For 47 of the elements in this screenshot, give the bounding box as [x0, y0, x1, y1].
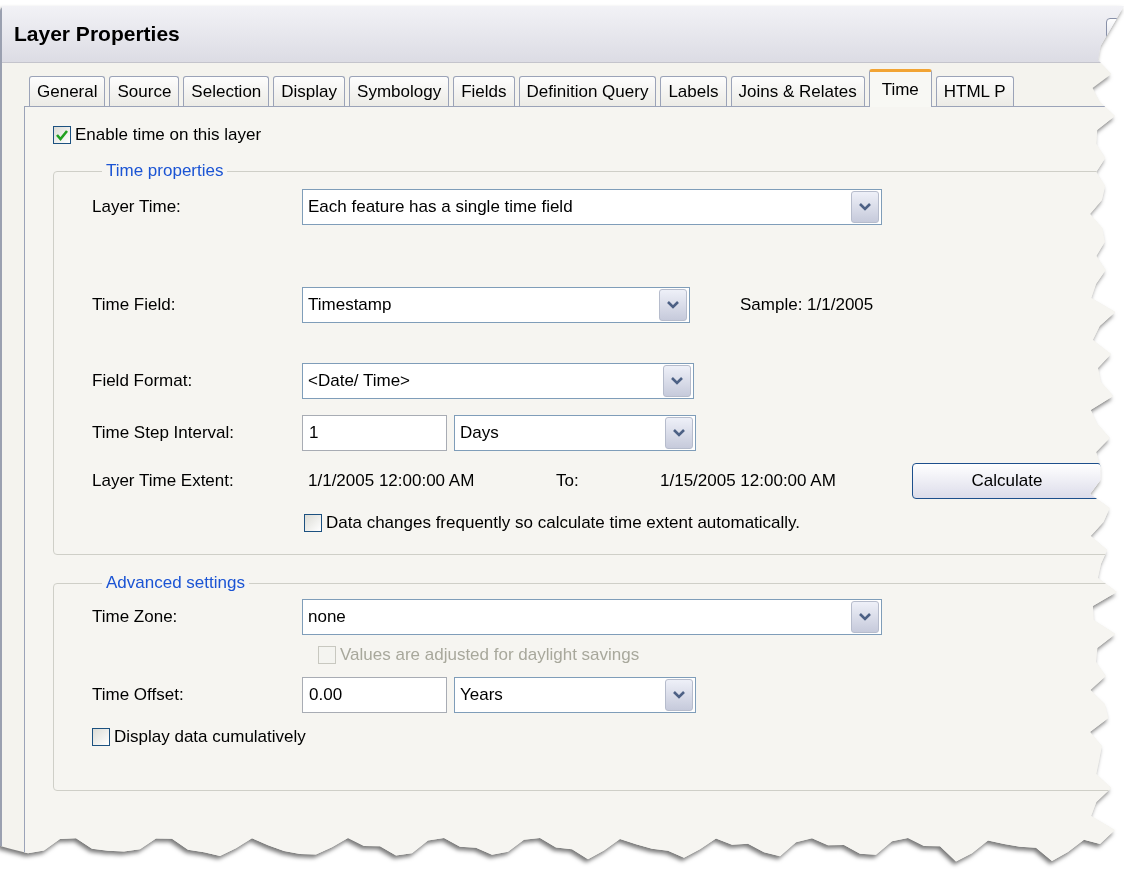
- tab[interactable]: Time: [868, 69, 932, 107]
- calculate-button[interactable]: Calculate: [912, 463, 1102, 499]
- field-label: Time Offset:: [92, 685, 185, 705]
- extent-end: 1/15/2005 12:00:00 AM: [660, 471, 837, 491]
- window-title: Layer Properties: [14, 22, 180, 46]
- checkbox[interactable]: [92, 728, 110, 746]
- dropdown[interactable]: Years: [454, 677, 696, 713]
- tab[interactable]: Definition Query: [518, 76, 657, 106]
- field-label: To:: [556, 471, 580, 491]
- checkbox-label: Enable time on this layer: [75, 125, 262, 145]
- tab[interactable]: Fields: [453, 76, 515, 106]
- chevron-down-icon: [665, 679, 693, 711]
- dropdown[interactable]: none: [302, 599, 882, 635]
- tab[interactable]: Selection: [183, 76, 270, 106]
- chevron-down-icon: [851, 191, 879, 223]
- checkbox-label: Values are adjusted for daylight savings: [340, 645, 640, 665]
- dropdown[interactable]: Timestamp: [302, 287, 690, 323]
- checkbox-label: Data changes frequently so calculate time extent automatically.: [326, 513, 801, 533]
- tab[interactable]: Source: [109, 76, 180, 106]
- field-label: Time Field:: [92, 295, 177, 315]
- tab[interactable]: Joins & Relates: [730, 76, 865, 106]
- checkbox[interactable]: [304, 514, 322, 532]
- field-label: Layer Time Extent:: [92, 471, 235, 491]
- field-label: Time Zone:: [92, 607, 179, 627]
- dropdown[interactable]: Days: [454, 415, 696, 451]
- tab[interactable]: Symbology: [349, 76, 450, 106]
- chevron-down-icon: [659, 289, 687, 321]
- tab[interactable]: Labels: [660, 76, 727, 106]
- tab[interactable]: Display: [273, 76, 346, 106]
- group-title: Time properties: [105, 161, 225, 181]
- chevron-down-icon: [663, 365, 691, 397]
- sample-text: Sample: 1/1/2005: [740, 295, 874, 315]
- chevron-down-icon: [851, 601, 879, 633]
- extent-start: 1/1/2005 12:00:00 AM: [307, 471, 476, 491]
- checkbox-label: Display data cumulatively: [114, 727, 306, 747]
- offset-field[interactable]: 0.00: [302, 677, 447, 713]
- interval-field[interactable]: 1: [302, 415, 447, 451]
- checkbox[interactable]: [53, 126, 71, 144]
- group-title: Advanced settings: [105, 573, 246, 593]
- tab[interactable]: General: [29, 76, 106, 106]
- field-label: Field Format:: [92, 371, 194, 391]
- dropdown[interactable]: <Date/ Time>: [302, 363, 694, 399]
- dropdown[interactable]: Each feature has a single time field: [302, 189, 882, 225]
- field-label: Time Step Interval:: [92, 423, 236, 443]
- tab[interactable]: HTML P: [935, 76, 1014, 106]
- field-label: Layer Time:: [92, 197, 182, 217]
- chevron-down-icon: [665, 417, 693, 449]
